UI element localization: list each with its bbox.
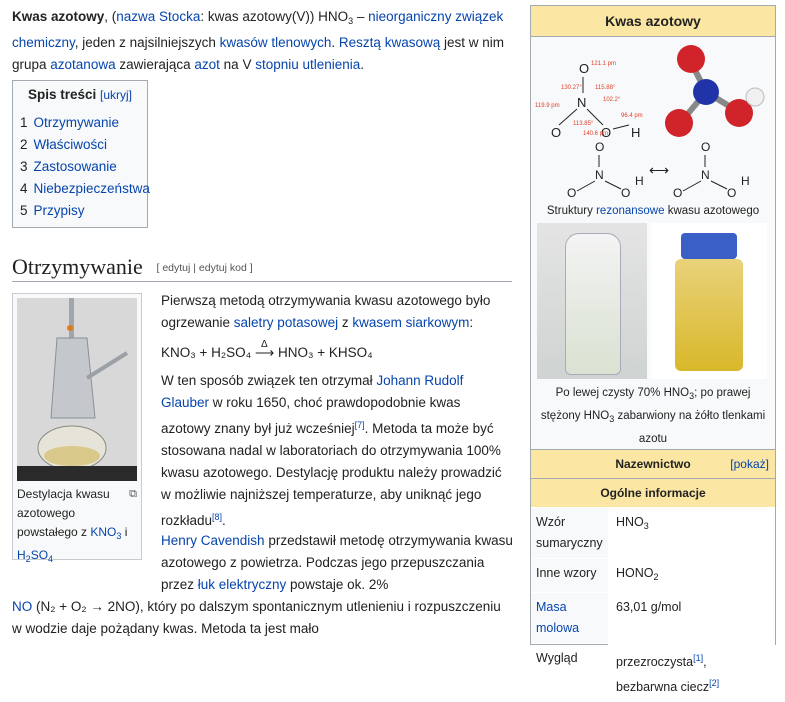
photo-caption: Po lewej czysty 70% HNO3; po prawej stęż…: [540, 387, 766, 445]
structure-images: O N O O H 130.27° 121.1 pm 115.88° 102.2…: [531, 37, 775, 140]
section-heading: Otrzymywanie [ edytuj | edytuj kod ]: [12, 254, 512, 282]
acid-photos: [531, 221, 775, 383]
toc-item[interactable]: 4 Niebezpieczeństwa: [20, 178, 150, 200]
resonance-caption: Struktury rezonansowe kwasu azotowego: [546, 205, 760, 217]
article-subject: Kwas azotowy: [12, 9, 105, 24]
link-stopien-utlenienia[interactable]: stopniu utlenienia: [255, 57, 360, 72]
svg-text:H: H: [635, 174, 644, 188]
distillation-figure: ⧉ Destylacja kwasu azotowego powstałego …: [12, 293, 142, 564]
ref-1[interactable]: [1]: [693, 653, 703, 663]
svg-text:H: H: [631, 125, 640, 137]
svg-text:130.27°: 130.27°: [561, 85, 582, 91]
table-of-contents: Spis treści [ukryj] 1 Otrzymywanie 2 Właśc…: [12, 80, 150, 228]
link-luk-elektryczny[interactable]: łuk elektryczny: [198, 577, 287, 592]
link-no[interactable]: NO: [12, 599, 32, 614]
section-edit-links[interactable]: [ edytuj | edytuj kod ]: [157, 262, 253, 274]
photo-yellow-acid[interactable]: [651, 223, 767, 379]
toc-item[interactable]: 5 Przypisy: [20, 200, 140, 222]
row-masa-molowa: Masa molowa 63,01 g/mol: [531, 592, 775, 643]
photo-clear-acid[interactable]: [537, 223, 647, 379]
svg-text:O: O: [595, 140, 604, 154]
row-wyglad: Wygląd przezroczysta[1], bezbarwna ciecz…: [531, 643, 775, 702]
ref-8[interactable]: [8]: [212, 512, 222, 522]
enlarge-icon[interactable]: ⧉: [129, 485, 137, 504]
paragraph-1: Pierwszą metodą otrzymywania kwasu azoto…: [161, 293, 491, 330]
ogolne-header: Ogólne informacje: [531, 478, 775, 507]
toc-item[interactable]: 3 Zastosowanie: [20, 156, 140, 178]
article-body: Kwas azotowy, (nazwa Stocka: kwas azotow…: [12, 0, 520, 76]
toc-item[interactable]: 2 Właściwości: [20, 134, 140, 156]
row-wzor: Wzór sumaryczny HNO3: [531, 507, 775, 558]
row-inne-wzory: Inne wzory HONO2: [531, 558, 775, 592]
paragraph-3: Henry Cavendish przedstawił metodę otrzy…: [161, 533, 513, 592]
figure-caption: ⧉ Destylacja kwasu azotowego powstałego …: [17, 485, 137, 564]
link-kwas-siarkowy[interactable]: kwasem siarkowym: [352, 315, 469, 330]
svg-text:⟷: ⟷: [649, 162, 669, 178]
svg-text:102.2°: 102.2°: [603, 97, 621, 103]
svg-text:O: O: [621, 186, 630, 200]
link-h2so4[interactable]: H2SO4: [17, 548, 53, 564]
svg-text:O: O: [673, 186, 682, 200]
toc-item[interactable]: 1 Otrzymywanie: [20, 112, 140, 134]
svg-text:O: O: [579, 61, 589, 76]
link-azot[interactable]: azot: [194, 57, 220, 72]
link-cavendish[interactable]: Henry Cavendish: [161, 533, 265, 548]
svg-text:O: O: [727, 186, 736, 200]
svg-text:N: N: [595, 168, 604, 182]
paragraph-4: NO (N₂ + O₂ → 2NO), który po dalszym spo…: [12, 599, 501, 636]
nazewnictwo-header: Nazewnictwo [pokaż]: [531, 449, 775, 478]
link-azotanowa[interactable]: azotanowa: [50, 57, 115, 72]
resonance-structures[interactable]: ONOOH ⟷ ONOOH: [531, 137, 775, 201]
toc-toggle[interactable]: [ukryj]: [100, 88, 132, 102]
toc-header: Spis treści [ukryj]: [27, 87, 133, 102]
ref-7[interactable]: [7]: [355, 420, 365, 430]
link-nazwa-stocka[interactable]: nazwa Stocka: [116, 9, 200, 24]
svg-text:119.9 pm: 119.9 pm: [535, 103, 560, 109]
section-title: Otrzymywanie: [12, 254, 143, 279]
ball-and-stick-model: [665, 45, 765, 137]
svg-text:H: H: [741, 174, 750, 188]
link-kwasow-tlenowych[interactable]: kwasów tlenowych: [220, 35, 332, 50]
svg-text:O: O: [701, 140, 710, 154]
delta-symbol: Δ: [261, 339, 268, 350]
link-rezonansowe[interactable]: rezonansowe: [596, 205, 664, 217]
show-nazewnictwo[interactable]: [pokaż]: [730, 450, 769, 478]
intro-paragraph: Kwas azotowy, (nazwa Stocka: kwas azotow…: [12, 9, 504, 72]
link-reszta-kwasowa[interactable]: Resztą kwasową: [339, 35, 440, 50]
link-saletra[interactable]: saletry potasowej: [234, 315, 338, 330]
svg-text:121.1 pm: 121.1 pm: [591, 61, 616, 67]
bond-diagram[interactable]: O N O O H 130.27° 121.1 pm 115.88° 102.2…: [531, 37, 775, 140]
svg-text:O: O: [551, 125, 561, 137]
distillation-photo[interactable]: [17, 298, 137, 481]
svg-text:O: O: [567, 186, 576, 200]
ref-2[interactable]: [2]: [709, 678, 719, 688]
svg-text:115.88°: 115.88°: [595, 85, 616, 91]
infobox-title: Kwas azotowy: [531, 6, 775, 37]
paragraph-2: W ten sposób związek ten otrzymał Johann…: [161, 373, 502, 528]
svg-text:96.4 pm: 96.4 pm: [621, 113, 643, 119]
svg-text:N: N: [701, 168, 710, 182]
svg-text:N: N: [577, 95, 586, 110]
infobox: Kwas azotowy O N O O H 130.27° 121.1 pm …: [530, 5, 776, 702]
link-kno3[interactable]: KNO3: [90, 525, 121, 541]
link-masa-molowa[interactable]: Masa molowa: [536, 600, 579, 635]
reaction-equation: KNO₃ + H₂SO₄ ⟶ HNO₃ + KHSO₄ Δ: [161, 339, 513, 364]
svg-text:113.85°: 113.85°: [573, 121, 594, 127]
